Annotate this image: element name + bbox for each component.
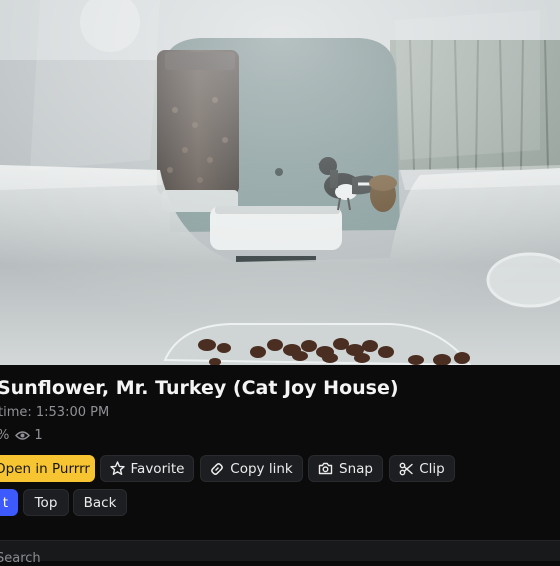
- search-bar: [0, 540, 560, 566]
- snap-button[interactable]: Snap: [308, 455, 383, 482]
- feeder-scene: [0, 0, 560, 365]
- stream-stats: % 1: [0, 428, 43, 443]
- open-in-purrrr-label: Open in Purrrr: [0, 460, 90, 477]
- viewer-count-value: 1: [34, 428, 43, 443]
- camera-icon: [318, 462, 333, 475]
- clip-label: Clip: [419, 460, 445, 477]
- scissors-icon: [399, 462, 413, 475]
- favorite-button[interactable]: Favorite: [100, 455, 194, 482]
- eye-icon: [15, 431, 31, 440]
- top-label: Top: [34, 494, 58, 511]
- snap-label: Snap: [339, 460, 373, 477]
- next-label: t: [2, 494, 8, 511]
- stream-title: Sunflower, Mr. Turkey (Cat Joy House): [0, 377, 399, 399]
- link-icon: [211, 462, 224, 475]
- camera-feed[interactable]: [0, 0, 560, 365]
- star-icon: [109, 461, 125, 476]
- back-button[interactable]: Back: [73, 489, 127, 516]
- favorite-label: Favorite: [130, 460, 185, 477]
- next-button[interactable]: t: [0, 489, 18, 516]
- clip-button[interactable]: Clip: [389, 455, 455, 482]
- percent-value: %: [0, 428, 9, 443]
- search-input[interactable]: [0, 550, 296, 566]
- viewer-count: 1: [15, 428, 43, 443]
- copy-link-button[interactable]: Copy link: [200, 455, 303, 482]
- top-button[interactable]: Top: [23, 489, 69, 516]
- open-in-purrrr-button[interactable]: Open in Purrrr: [0, 455, 95, 482]
- copy-link-label: Copy link: [230, 460, 293, 477]
- back-label: Back: [83, 494, 117, 511]
- stream-time: time: 1:53:00 PM: [0, 405, 110, 420]
